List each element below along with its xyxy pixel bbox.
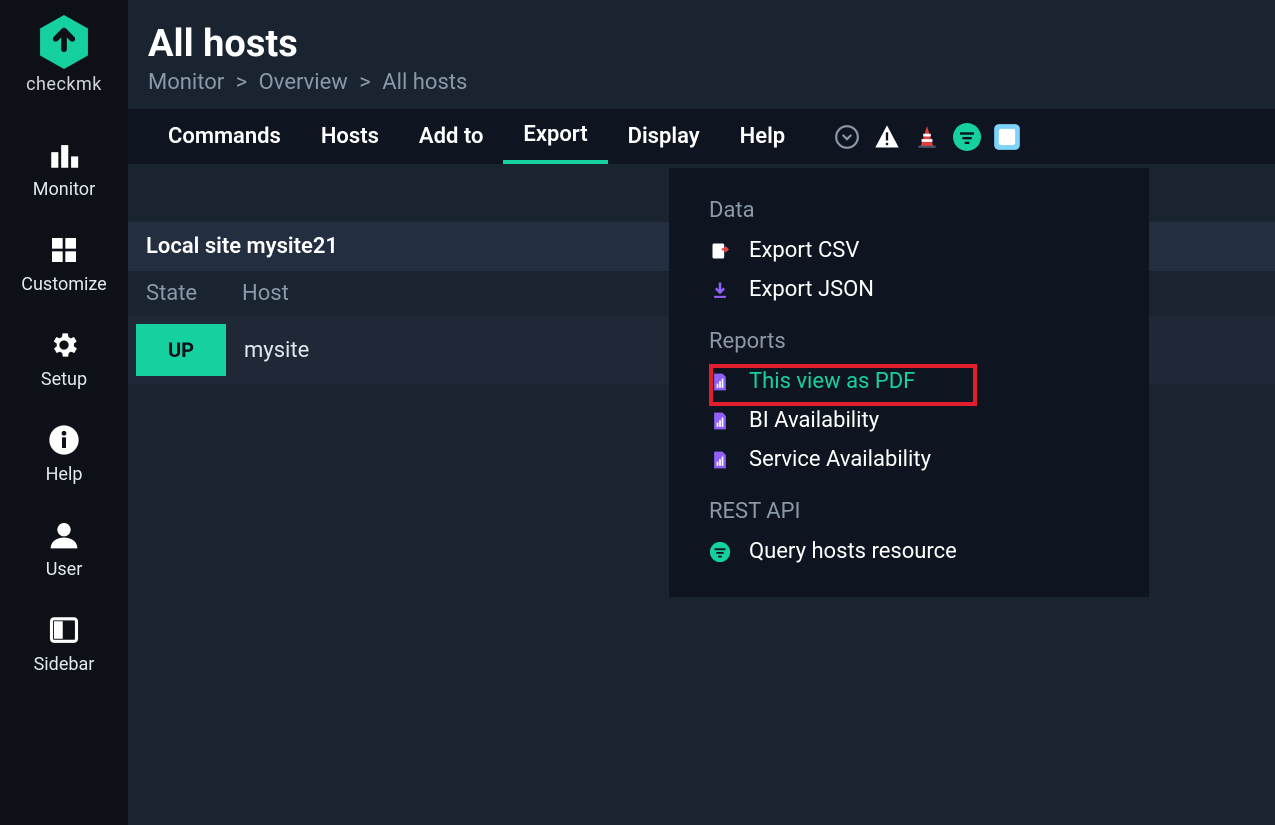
grid-icon xyxy=(46,232,82,268)
state-badge-up: UP xyxy=(136,324,226,376)
report-icon xyxy=(709,449,731,471)
bars-icon xyxy=(46,137,82,173)
dropdown-item-label: Export CSV xyxy=(749,238,859,263)
chevron-down-circle-icon[interactable] xyxy=(833,123,861,151)
toolbar-commands[interactable]: Commands xyxy=(148,109,301,164)
user-icon xyxy=(46,517,82,553)
dropdown-section-data: Data xyxy=(669,188,1149,231)
dropdown-item-label: BI Availability xyxy=(749,408,879,433)
dropdown-item-label: Query hosts resource xyxy=(749,539,957,564)
sidebar-label: User xyxy=(46,559,83,580)
toolbar-hosts[interactable]: Hosts xyxy=(301,109,399,164)
dropdown-item-this-view-as-pdf[interactable]: This view as PDF xyxy=(669,362,1149,401)
sidebar-label: Sidebar xyxy=(34,654,95,675)
sidebar-label: Monitor xyxy=(33,179,95,200)
breadcrumb: Monitor > Overview > All hosts xyxy=(148,70,1275,95)
dropdown-section-reports: Reports xyxy=(669,319,1149,362)
breadcrumb-item[interactable]: All hosts xyxy=(382,70,467,95)
sidebar-label: Setup xyxy=(41,369,87,390)
sidebar-label: Customize xyxy=(21,274,106,295)
column-header-state[interactable]: State xyxy=(146,281,242,306)
page-title: All hosts xyxy=(148,22,1275,66)
export-dropdown: Data Export CSV Export JSON Reports This… xyxy=(669,168,1149,597)
breadcrumb-item[interactable]: Monitor xyxy=(148,70,224,95)
checkmk-logo-icon xyxy=(38,12,90,72)
sidebar-item-user[interactable]: User xyxy=(0,503,128,598)
download-icon xyxy=(709,279,731,301)
dropdown-item-label: Service Availability xyxy=(749,447,931,472)
sidebar-item-sidebar[interactable]: Sidebar xyxy=(0,598,128,693)
brand-label: checkmk xyxy=(26,74,102,95)
sidebar: checkmk Monitor Customize Setup Help Use… xyxy=(0,0,128,825)
sidebar-label: Help xyxy=(46,464,83,485)
sidebar-item-monitor[interactable]: Monitor xyxy=(0,123,128,218)
export-csv-icon xyxy=(709,240,731,262)
toolbar-export[interactable]: Export xyxy=(503,109,607,164)
dropdown-item-query-hosts-resource[interactable]: Query hosts resource xyxy=(669,532,1149,571)
warning-triangle-icon[interactable] xyxy=(873,123,901,151)
main: All hosts Monitor > Overview > All hosts… xyxy=(128,0,1275,825)
sidebar-item-setup[interactable]: Setup xyxy=(0,313,128,408)
toolbar-help[interactable]: Help xyxy=(720,109,806,164)
sidebar-item-help[interactable]: Help xyxy=(0,408,128,503)
dropdown-item-label: This view as PDF xyxy=(749,369,915,394)
sidebar-item-customize[interactable]: Customize xyxy=(0,218,128,313)
toolbar-status-icons xyxy=(833,109,1021,164)
toolbar-add-to[interactable]: Add to xyxy=(399,109,504,164)
dropdown-item-service-availability[interactable]: Service Availability xyxy=(669,440,1149,479)
filter-icon[interactable] xyxy=(953,123,981,151)
info-icon xyxy=(46,422,82,458)
toolbar-display[interactable]: Display xyxy=(608,109,720,164)
report-icon xyxy=(709,371,731,393)
report-icon xyxy=(709,410,731,432)
breadcrumb-item[interactable]: Overview xyxy=(259,70,348,95)
dropdown-section-restapi: REST API xyxy=(669,489,1149,532)
dropdown-item-bi-availability[interactable]: BI Availability xyxy=(669,401,1149,440)
dropdown-item-export-csv[interactable]: Export CSV xyxy=(669,231,1149,270)
host-cell[interactable]: mysite xyxy=(226,338,309,363)
gear-icon xyxy=(46,327,82,363)
checkbox-icon[interactable] xyxy=(993,123,1021,151)
panel-icon xyxy=(46,612,82,648)
traffic-cone-icon[interactable] xyxy=(913,123,941,151)
brand: checkmk xyxy=(26,12,102,95)
dropdown-item-export-json[interactable]: Export JSON xyxy=(669,270,1149,309)
rest-api-icon xyxy=(709,541,731,563)
toolbar: Commands Hosts Add to Export Display Hel… xyxy=(128,109,1275,164)
page-header: All hosts Monitor > Overview > All hosts xyxy=(128,0,1275,95)
dropdown-item-label: Export JSON xyxy=(749,277,874,302)
